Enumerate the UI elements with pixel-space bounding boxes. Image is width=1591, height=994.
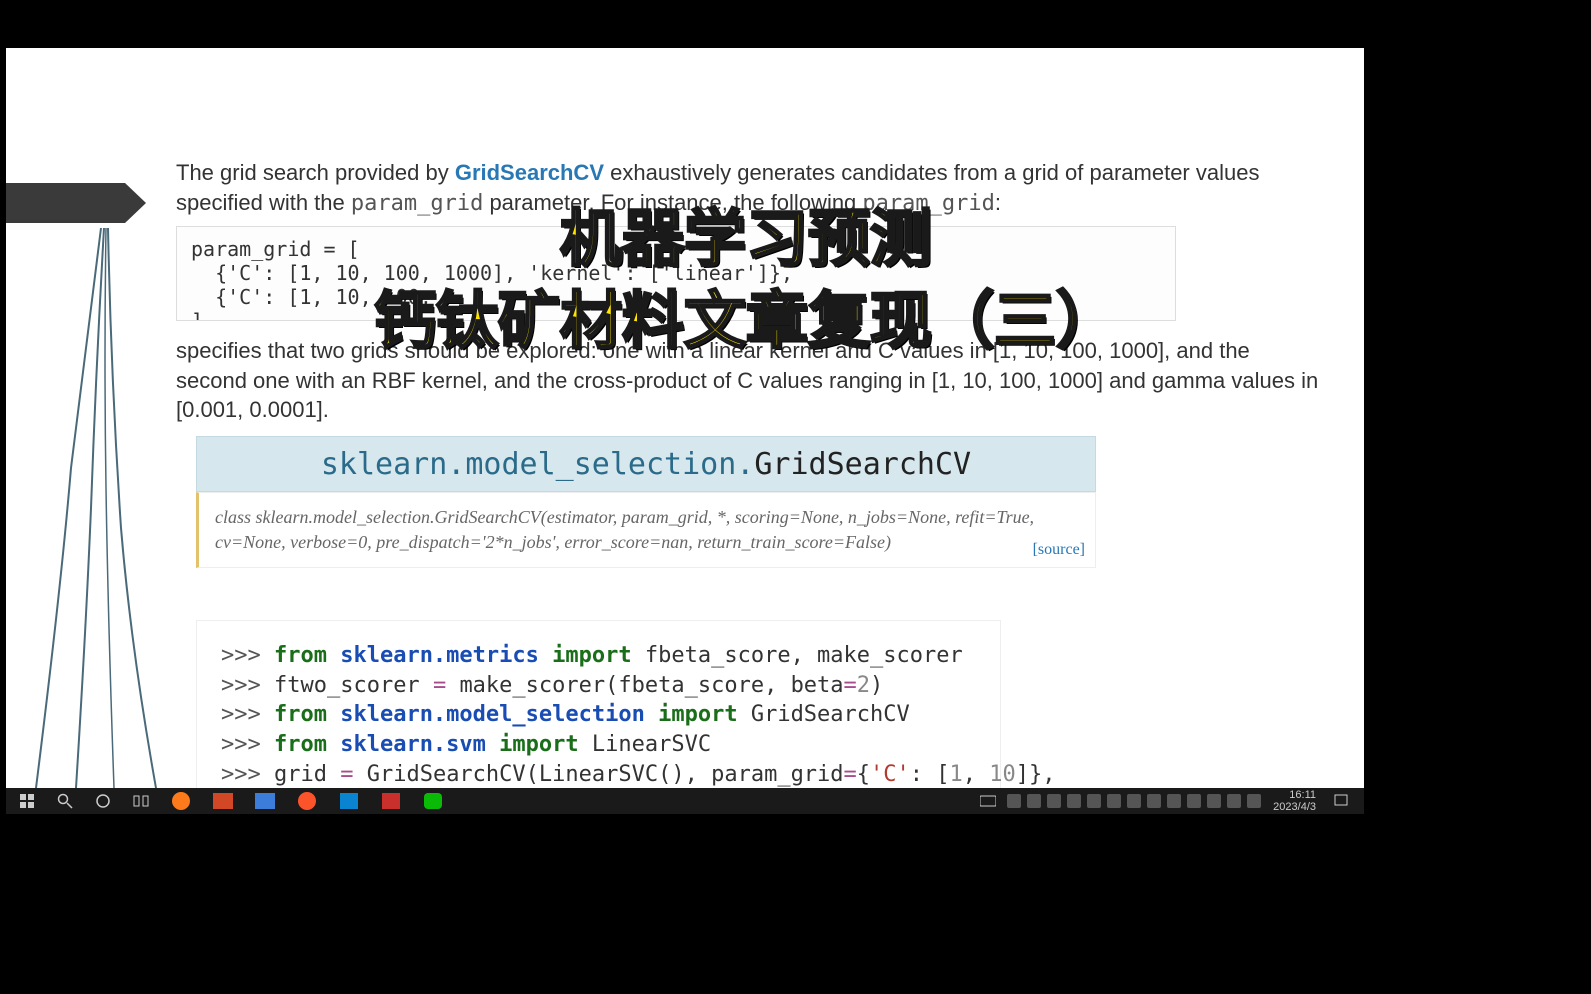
red-app[interactable] xyxy=(376,790,406,812)
decorative-branch xyxy=(26,228,176,788)
tray-icon[interactable] xyxy=(1187,794,1201,808)
text: parameter. For instance, the following xyxy=(483,190,862,215)
tray-icon[interactable] xyxy=(1247,794,1261,808)
firefox-app[interactable] xyxy=(166,790,196,812)
task-view-icon[interactable] xyxy=(128,792,154,810)
param-grid-code-block: param_grid = [ {'C': [1, 10, 100, 1000],… xyxy=(176,226,1176,321)
clock-time: 16:11 xyxy=(1273,789,1316,801)
keyboard-tray-icon[interactable] xyxy=(975,792,1001,810)
clock-date: 2023/4/3 xyxy=(1273,801,1316,813)
python-example-block: >>> from sklearn.metrics import fbeta_sc… xyxy=(196,620,1001,788)
browser-app[interactable] xyxy=(292,790,322,812)
tray-icon[interactable] xyxy=(1067,794,1081,808)
start-button[interactable] xyxy=(14,792,40,810)
gridsearchcv-link[interactable]: GridSearchCV xyxy=(455,160,604,185)
cortana-icon[interactable] xyxy=(90,792,116,810)
taskbar-clock[interactable]: 16:11 2023/4/3 xyxy=(1267,789,1322,813)
slide-content: The grid search provided by GridSearchCV… xyxy=(6,48,1364,788)
api-signature: class sklearn.model_selection.GridSearch… xyxy=(196,492,1096,568)
api-class-name: GridSearchCV xyxy=(754,447,971,482)
tray-icon[interactable] xyxy=(1207,794,1221,808)
api-doc-panel: sklearn.model_selection.GridSearchCV cla… xyxy=(196,436,1096,568)
tray-icon[interactable] xyxy=(1167,794,1181,808)
edge-app[interactable] xyxy=(334,790,364,812)
intro-paragraph: The grid search provided by GridSearchCV… xyxy=(176,158,1324,218)
tray-icon[interactable] xyxy=(1047,794,1061,808)
api-title-bar: sklearn.model_selection.GridSearchCV xyxy=(196,436,1096,492)
nav-pointer-shape xyxy=(6,183,146,223)
tray-icon[interactable] xyxy=(1087,794,1101,808)
notification-icon[interactable] xyxy=(1328,792,1354,810)
param-grid-inline: param_grid xyxy=(351,191,483,216)
tray-icon[interactable] xyxy=(1127,794,1141,808)
signature-text: class sklearn.model_selection.GridSearch… xyxy=(215,507,1034,552)
explain-paragraph: specifies that two grids should be explo… xyxy=(176,336,1324,425)
tray-icon[interactable] xyxy=(1227,794,1241,808)
search-icon[interactable] xyxy=(52,792,78,810)
text: The grid search provided by xyxy=(176,160,455,185)
windows-taskbar[interactable]: 16:11 2023/4/3 xyxy=(6,788,1364,814)
tray-icon[interactable] xyxy=(1147,794,1161,808)
tray-icon[interactable] xyxy=(1007,794,1021,808)
powerpoint-app[interactable] xyxy=(208,790,238,812)
wechat-app[interactable] xyxy=(418,790,448,812)
param-grid-inline: param_grid xyxy=(862,191,994,216)
tray-icon[interactable] xyxy=(1107,794,1121,808)
source-link[interactable]: [source] xyxy=(1033,539,1085,561)
blue-app[interactable] xyxy=(250,790,280,812)
tray-icon[interactable] xyxy=(1027,794,1041,808)
api-module-path: sklearn.model_selection. xyxy=(321,447,754,482)
